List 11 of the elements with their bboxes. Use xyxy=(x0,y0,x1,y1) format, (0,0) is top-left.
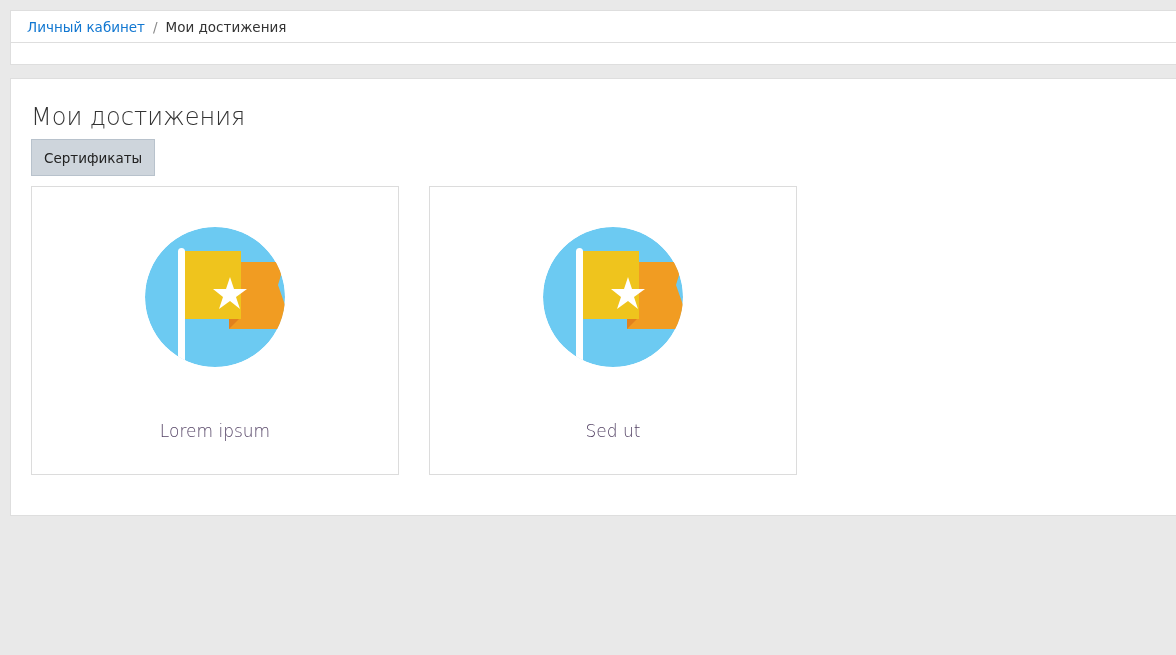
achievement-card[interactable]: Lorem ipsum xyxy=(31,186,399,475)
certificates-button[interactable]: Сертификаты xyxy=(31,139,156,176)
page-title: Мои достижения xyxy=(31,102,247,133)
achievement-name: Lorem ipsum xyxy=(159,421,271,441)
flag-badge-icon xyxy=(543,227,683,367)
breadcrumb-link[interactable]: Личный кабинет xyxy=(27,18,145,35)
achievement-name: Sed ut xyxy=(585,421,641,441)
breadcrumb-separator: / xyxy=(153,18,158,35)
achievement-card[interactable]: Sed ut xyxy=(429,186,797,475)
breadcrumb-current: Мои достижения xyxy=(165,18,287,35)
flag-badge-icon xyxy=(145,227,285,367)
